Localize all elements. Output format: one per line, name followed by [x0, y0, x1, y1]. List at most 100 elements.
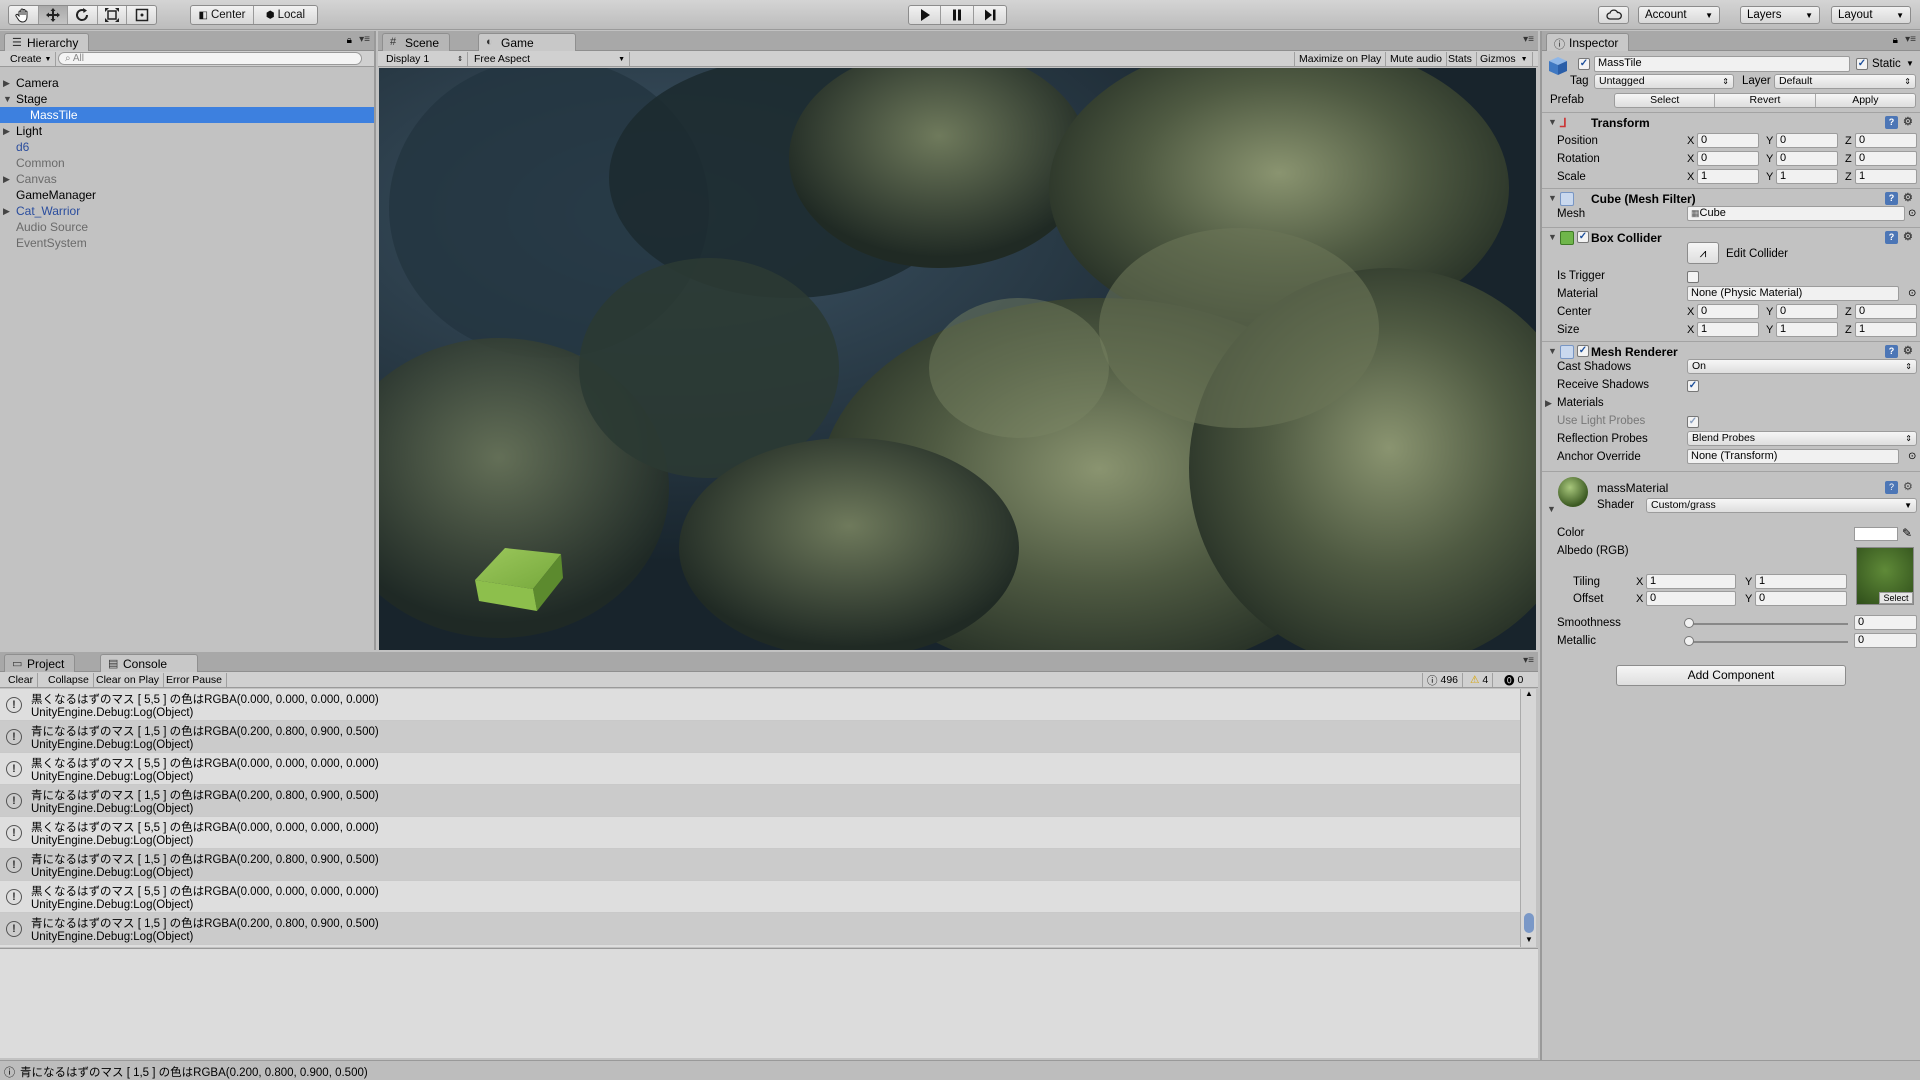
hierarchy-item-masstile[interactable]: MassTile	[0, 107, 374, 123]
prefab-apply-button[interactable]: Apply	[1816, 94, 1915, 107]
hierarchy-item-d6[interactable]: d6	[0, 139, 374, 155]
help-icon[interactable]: ?	[1885, 231, 1898, 244]
lock-icon[interactable]: 🔒︎	[347, 35, 352, 46]
gear-icon[interactable]: ⚙	[1903, 191, 1913, 204]
collapse-arrow-icon[interactable]: ▼	[1548, 232, 1557, 242]
metallic-field[interactable]: 0	[1854, 633, 1917, 648]
metallic-slider-thumb[interactable]	[1684, 636, 1694, 646]
transform-header[interactable]: ▼ ⅃ Transform ? ⚙	[1542, 112, 1920, 132]
game-render-view[interactable]	[379, 68, 1536, 650]
physic-material-field[interactable]: None (Physic Material)	[1687, 286, 1899, 301]
rotation-x-field[interactable]: 0	[1697, 151, 1759, 166]
scroll-up-icon[interactable]: ▲	[1525, 689, 1533, 698]
status-bar[interactable]: ⓘ 青になるはずのマス [ 1,5 ] の色はRGBA(0.200, 0.800…	[0, 1060, 1920, 1080]
gizmos-dropdown[interactable]: Gizmos ▼	[1476, 52, 1533, 66]
offset-y-field[interactable]: 0	[1755, 591, 1847, 606]
console-row[interactable]: ! 青になるはずのマス [ 1,5 ] の色はRGBA(0.200, 0.800,…	[0, 849, 1520, 881]
position-x-field[interactable]: 0	[1697, 133, 1759, 148]
is-trigger-checkbox[interactable]	[1687, 271, 1699, 283]
hierarchy-item-camera[interactable]: ▶ Camera	[0, 75, 374, 91]
rotation-z-field[interactable]: 0	[1855, 151, 1917, 166]
create-dropdown[interactable]: Create ▼	[6, 52, 57, 66]
tiling-y-field[interactable]: 1	[1755, 574, 1847, 589]
hierarchy-item-light[interactable]: ▶ Light	[0, 123, 374, 139]
tab-project[interactable]: ▭ Project	[4, 654, 76, 672]
rotate-tool-icon[interactable]	[68, 6, 98, 24]
console-row[interactable]: ! 黒くなるはずのマス [ 5,5 ] の色はRGBA(0.000, 0.000,…	[0, 753, 1520, 785]
maximize-on-play-toggle[interactable]: Maximize on Play	[1294, 52, 1387, 66]
static-checkbox[interactable]: ✓	[1856, 58, 1868, 70]
tag-dropdown[interactable]: Untagged ⇕	[1594, 74, 1734, 89]
edit-collider-button[interactable]: ⩘	[1687, 242, 1719, 264]
play-button[interactable]	[909, 6, 942, 24]
tab-hierarchy[interactable]: ☰ Hierarchy	[4, 33, 90, 51]
smoothness-slider-track[interactable]	[1688, 623, 1848, 625]
console-row[interactable]: ! 青になるはずのマス [ 1,5 ] の色はRGBA(0.200, 0.800,…	[0, 785, 1520, 817]
reflection-probes-dropdown[interactable]: Blend Probes ⇕	[1687, 431, 1917, 446]
box-collider-enabled-checkbox[interactable]: ✓	[1577, 231, 1589, 243]
size-x-field[interactable]: 1	[1697, 322, 1759, 337]
lock-icon[interactable]: 🔒︎	[1893, 35, 1898, 46]
panel-menu-icon[interactable]: ▾≡	[359, 34, 370, 45]
account-dropdown[interactable]: Account ▼	[1638, 6, 1720, 24]
hierarchy-item-cat-warrior[interactable]: ▶ Cat_Warrior	[0, 203, 374, 219]
object-name-field[interactable]: MassTile	[1594, 56, 1850, 72]
panel-menu-icon[interactable]: ▾≡	[1523, 655, 1534, 666]
collapse-toggle[interactable]: Collapse	[44, 673, 94, 687]
hand-tool-icon[interactable]	[9, 6, 39, 24]
hierarchy-item-gamemanager[interactable]: GameManager	[0, 187, 374, 203]
position-z-field[interactable]: 0	[1855, 133, 1917, 148]
gear-icon[interactable]: ⚙	[1903, 230, 1913, 243]
object-picker-icon[interactable]: ⊙	[1908, 451, 1916, 462]
hierarchy-item-canvas[interactable]: ▶ Canvas	[0, 171, 374, 187]
tiling-x-field[interactable]: 1	[1646, 574, 1736, 589]
size-y-field[interactable]: 1	[1776, 322, 1838, 337]
console-row[interactable]: ! 黒くなるはずのマス [ 5,5 ] の色はRGBA(0.000, 0.000,…	[0, 689, 1520, 721]
step-button[interactable]	[974, 6, 1006, 24]
scale-z-field[interactable]: 1	[1855, 169, 1917, 184]
collapse-arrow-icon[interactable]: ▼	[1548, 117, 1557, 127]
object-picker-icon[interactable]: ⊙	[1908, 288, 1916, 299]
center-z-field[interactable]: 0	[1855, 304, 1917, 319]
help-icon[interactable]: ?	[1885, 481, 1898, 494]
panel-menu-icon[interactable]: ▾≡	[1523, 34, 1534, 45]
anchor-override-field[interactable]: None (Transform)	[1687, 449, 1899, 464]
warning-count-toggle[interactable]: ⚠ 4	[1466, 673, 1494, 687]
expand-arrow-icon[interactable]: ▶	[3, 123, 10, 139]
collapse-arrow-icon[interactable]: ▼	[1547, 504, 1556, 514]
gear-icon[interactable]: ⚙	[1903, 344, 1913, 357]
error-pause-toggle[interactable]: Error Pause	[162, 673, 228, 687]
panel-menu-icon[interactable]: ▾≡	[1905, 34, 1916, 45]
console-row[interactable]: ! 青になるはずのマス [ 1,5 ] の色はRGBA(0.200, 0.800,…	[0, 913, 1520, 945]
receive-shadows-checkbox[interactable]: ✓	[1687, 380, 1699, 392]
clear-button[interactable]: Clear	[4, 673, 39, 687]
gear-icon[interactable]: ⚙	[1903, 480, 1913, 493]
tab-game[interactable]: ◐ Game	[478, 33, 576, 51]
metallic-slider-track[interactable]	[1688, 641, 1848, 643]
layout-dropdown[interactable]: Layout ▼	[1831, 6, 1911, 24]
aspect-dropdown[interactable]: Free Aspect ▼	[470, 52, 630, 66]
scale-x-field[interactable]: 1	[1697, 169, 1759, 184]
pivot-center-button[interactable]: ◧ Center	[191, 6, 255, 24]
center-x-field[interactable]: 0	[1697, 304, 1759, 319]
hierarchy-search-input[interactable]: ⌕ All	[58, 52, 362, 65]
display-dropdown[interactable]: Display 1 ⇕	[382, 52, 468, 66]
stats-toggle[interactable]: Stats	[1444, 52, 1477, 66]
collapse-arrow-icon[interactable]: ▼	[1548, 346, 1557, 356]
scroll-down-icon[interactable]: ▼	[1525, 935, 1533, 944]
console-scrollbar[interactable]: ▲ ▼	[1520, 689, 1536, 947]
shader-dropdown[interactable]: Custom/grass ▼	[1646, 498, 1917, 513]
eyedropper-icon[interactable]: ✎	[1902, 526, 1912, 540]
mesh-filter-header[interactable]: ▼ Cube (Mesh Filter) ? ⚙	[1542, 188, 1920, 208]
smoothness-slider-thumb[interactable]	[1684, 618, 1694, 628]
prefab-revert-button[interactable]: Revert	[1715, 94, 1816, 107]
center-y-field[interactable]: 0	[1776, 304, 1838, 319]
expand-arrow-icon[interactable]: ▶	[1545, 398, 1552, 409]
help-icon[interactable]: ?	[1885, 345, 1898, 358]
rect-tool-icon[interactable]	[127, 6, 156, 24]
hierarchy-item-audio-source[interactable]: Audio Source	[0, 219, 374, 235]
help-icon[interactable]: ?	[1885, 116, 1898, 129]
layers-dropdown[interactable]: Layers ▼	[1740, 6, 1820, 24]
tab-scene[interactable]: # Scene	[382, 33, 451, 51]
offset-x-field[interactable]: 0	[1646, 591, 1736, 606]
